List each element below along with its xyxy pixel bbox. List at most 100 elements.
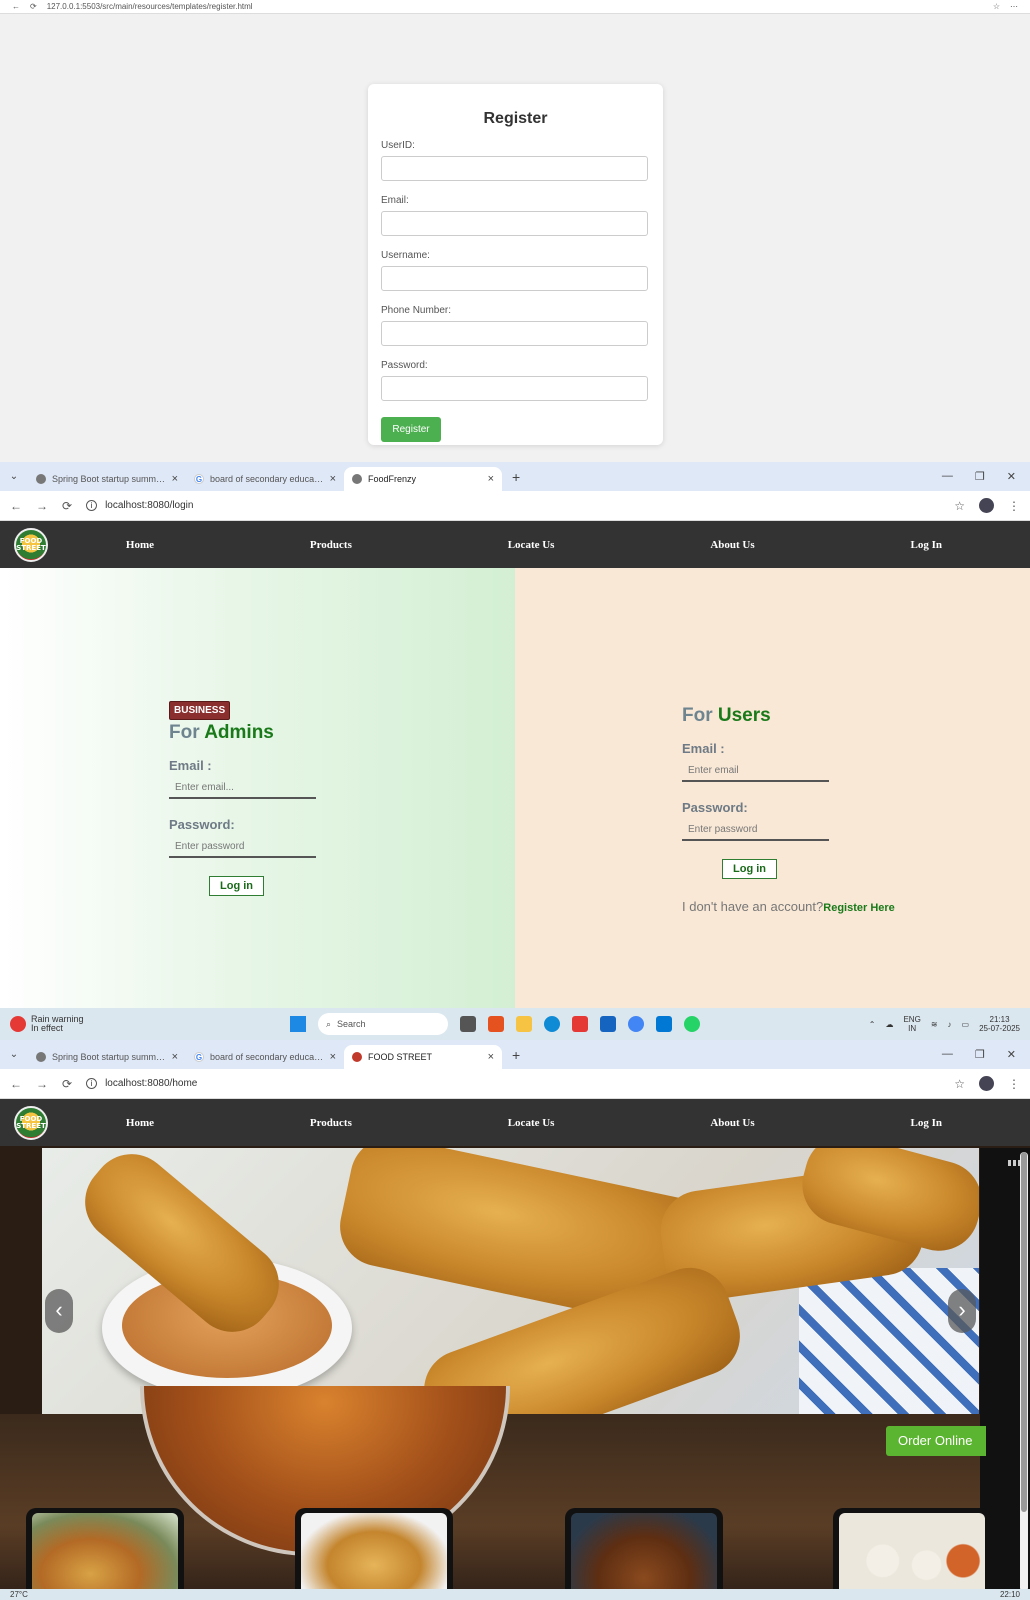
vscode-icon[interactable]	[656, 1016, 672, 1032]
tab-search-icon[interactable]: ⌄	[0, 1049, 28, 1060]
nav-home[interactable]: Home	[126, 1117, 154, 1129]
admin-email-input[interactable]	[169, 777, 316, 799]
close-icon[interactable]: ×	[172, 473, 178, 485]
username-input[interactable]	[381, 266, 648, 291]
more-icon[interactable]: ⋯	[1010, 2, 1018, 11]
store-icon[interactable]	[600, 1016, 616, 1032]
food-street-logo[interactable]: FOOD STREET	[14, 1105, 48, 1140]
password-input[interactable]	[381, 376, 648, 401]
minimize-icon[interactable]: —	[942, 470, 953, 483]
chevron-up-icon[interactable]: ⌃	[869, 1020, 876, 1029]
minimize-icon[interactable]: —	[942, 1048, 953, 1061]
tab-spring-boot[interactable]: Spring Boot startup summary ×	[28, 467, 186, 491]
user-email-input[interactable]	[682, 760, 829, 782]
nav-locate-us[interactable]: Locate Us	[508, 539, 555, 551]
new-tab-icon[interactable]: +	[512, 1047, 520, 1063]
edge-icon[interactable]	[544, 1016, 560, 1032]
star-icon[interactable]: ☆	[954, 499, 965, 513]
task-view-icon[interactable]	[460, 1016, 476, 1032]
url-field[interactable]: i localhost:8080/login	[86, 500, 940, 511]
wifi-icon[interactable]: ≋	[931, 1020, 938, 1029]
back-icon[interactable]: ←	[10, 499, 22, 513]
nav-log-in[interactable]: Log In	[911, 539, 943, 551]
close-icon[interactable]: ×	[172, 1051, 178, 1063]
tab-food-street[interactable]: FOOD STREET ×	[344, 1045, 502, 1069]
volume-icon[interactable]: ♪	[948, 1020, 952, 1029]
product-card[interactable]	[833, 1508, 991, 1600]
battery-icon[interactable]: ▭	[962, 1020, 970, 1029]
nav-products[interactable]: Products	[310, 539, 352, 551]
restore-icon[interactable]: ❐	[975, 470, 985, 483]
register-url[interactable]: 127.0.0.1:5503/src/main/resources/templa…	[47, 2, 983, 11]
tab-search-icon[interactable]: ⌄	[0, 471, 28, 482]
cloud-icon[interactable]: ☁	[885, 1020, 893, 1029]
admin-login-button[interactable]: Log in	[209, 876, 264, 896]
admin-password-label: Password:	[169, 817, 235, 832]
file-explorer-icon[interactable]	[516, 1016, 532, 1032]
close-icon[interactable]: ×	[330, 473, 336, 485]
product-card[interactable]	[295, 1508, 453, 1600]
chrome-icon[interactable]	[628, 1016, 644, 1032]
star-icon[interactable]: ☆	[954, 1077, 965, 1091]
food-street-logo[interactable]: FOOD STREET	[14, 527, 48, 562]
clock[interactable]: 21:13 25-07-2025	[979, 1015, 1020, 1033]
userid-input[interactable]	[381, 156, 648, 181]
scrollbar-thumb[interactable]	[1021, 1152, 1027, 1512]
nav-about-us[interactable]: About Us	[710, 539, 754, 551]
close-icon[interactable]: ×	[330, 1051, 336, 1063]
language-indicator[interactable]: ENG IN	[903, 1015, 920, 1033]
register-here-link[interactable]: Register Here	[823, 902, 895, 914]
windows-start-icon[interactable]	[290, 1016, 306, 1032]
register-button[interactable]: Register	[381, 417, 441, 442]
user-login-button[interactable]: Log in	[722, 859, 777, 879]
product-card[interactable]	[565, 1508, 723, 1600]
url-field[interactable]: i localhost:8080/home	[86, 1078, 940, 1089]
nav-about-us[interactable]: About Us	[710, 1117, 754, 1129]
user-password-input[interactable]	[682, 819, 829, 841]
new-tab-icon[interactable]: +	[512, 469, 520, 485]
close-icon[interactable]: ×	[488, 473, 494, 485]
reload-icon[interactable]: ⟳	[30, 2, 37, 11]
reload-icon[interactable]: ⟳	[62, 499, 72, 513]
back-icon[interactable]: ←	[12, 2, 20, 11]
tab-foodfrenzy[interactable]: FoodFrenzy ×	[344, 467, 502, 491]
copilot-icon[interactable]	[488, 1016, 504, 1032]
taskbar-search[interactable]: ⌕ Search	[318, 1013, 448, 1035]
close-window-icon[interactable]: ✕	[1007, 1048, 1016, 1061]
carousel-prev-button[interactable]: ‹	[45, 1289, 73, 1333]
product-card[interactable]	[26, 1508, 184, 1600]
restore-icon[interactable]: ❐	[975, 1048, 985, 1061]
info-icon[interactable]: i	[86, 500, 98, 511]
order-online-button[interactable]: Order Online	[886, 1426, 986, 1456]
forward-icon[interactable]: →	[36, 499, 48, 513]
nav-products[interactable]: Products	[310, 1117, 352, 1129]
carousel-next-button[interactable]: ›	[948, 1289, 976, 1333]
star-icon[interactable]: ☆	[993, 2, 1000, 11]
reload-icon[interactable]: ⟳	[62, 1077, 72, 1091]
menu-icon[interactable]: ⋮	[1008, 1077, 1020, 1091]
youtube-icon[interactable]	[572, 1016, 588, 1032]
close-window-icon[interactable]: ✕	[1007, 470, 1016, 483]
nav-log-in[interactable]: Log In	[911, 1117, 943, 1129]
admin-panel: BUSINESS For Admins Email : Password: Lo…	[0, 568, 515, 1008]
email-input[interactable]	[381, 211, 648, 236]
close-icon[interactable]: ×	[488, 1051, 494, 1063]
back-icon[interactable]: ←	[10, 1077, 22, 1091]
nav-locate-us[interactable]: Locate Us	[508, 1117, 555, 1129]
clock[interactable]: 22:10	[1000, 1590, 1020, 1599]
profile-avatar[interactable]	[979, 498, 994, 513]
phone-number-input[interactable]	[381, 321, 648, 346]
profile-avatar[interactable]	[979, 1076, 994, 1091]
weather-widget[interactable]: Rain warning In effect	[10, 1015, 290, 1033]
admin-password-input[interactable]	[169, 836, 316, 858]
tab-board-education[interactable]: G board of secondary education... ×	[186, 1045, 344, 1069]
info-icon[interactable]: i	[86, 1078, 98, 1089]
whatsapp-icon[interactable]	[684, 1016, 700, 1032]
tab-board-education[interactable]: G board of secondary education... ×	[186, 467, 344, 491]
menu-icon[interactable]: ⋮	[1008, 499, 1020, 513]
page-scrollbar[interactable]	[1020, 1152, 1028, 1592]
tab-spring-boot[interactable]: Spring Boot startup summary ×	[28, 1045, 186, 1069]
nav-home[interactable]: Home	[126, 539, 154, 551]
product-image	[839, 1513, 985, 1600]
forward-icon[interactable]: →	[36, 1077, 48, 1091]
